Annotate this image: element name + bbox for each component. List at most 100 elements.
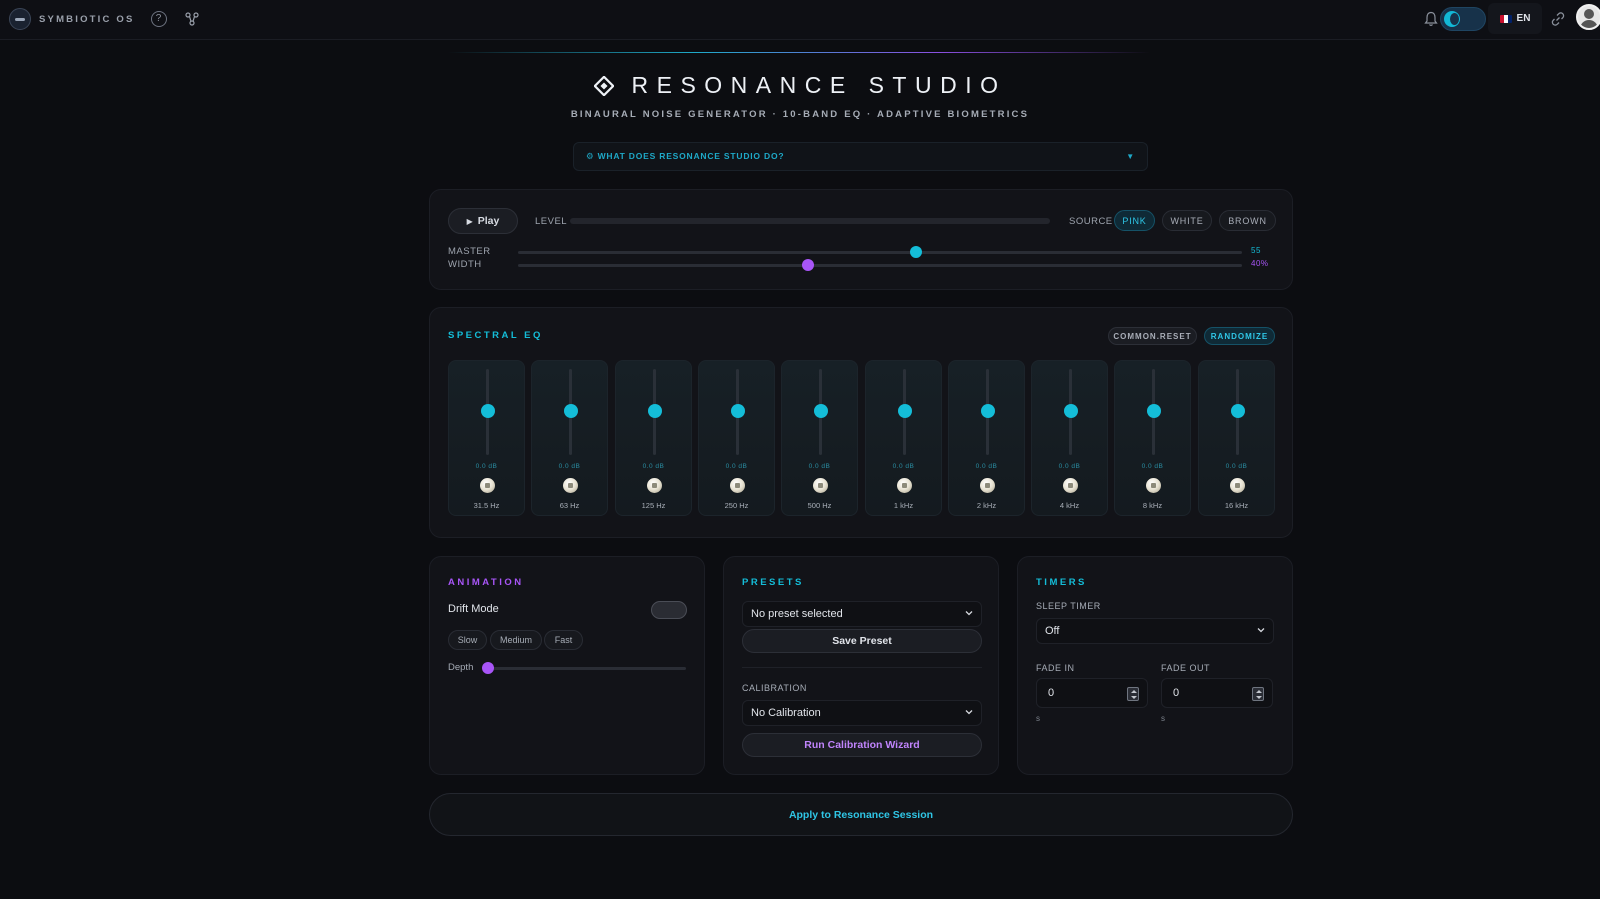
fade-out-unit: s [1161,714,1165,723]
width-value: 40% [1251,259,1269,268]
spectral-eq-card: SPECTRAL EQ COMMON.RESET RANDOMIZE 0.0 d… [429,307,1293,538]
master-label: MASTER [448,246,491,257]
fade-out-value: 0 [1173,687,1180,699]
randomize-button[interactable]: RANDOMIZE [1204,327,1275,345]
width-slider-thumb[interactable] [801,259,814,271]
presets-divider [742,667,982,668]
header-gradient-line [448,52,1150,53]
eq-band-slider-thumb[interactable] [731,404,745,418]
fade-in-label: FADE IN [1036,663,1075,673]
run-calibration-wizard-button[interactable]: Run Calibration Wizard [742,733,982,757]
page-subtitle: BINAURAL NOISE GENERATOR · 10-BAND EQ · … [570,108,1030,120]
speed-medium-button[interactable]: Medium [490,630,542,650]
eq-band-q-knob[interactable] [1063,478,1078,493]
fade-in-unit: s [1036,714,1040,723]
width-label: WIDTH [448,259,482,270]
eq-band-q-knob[interactable] [480,478,495,493]
eq-band-slider-thumb[interactable] [1147,404,1161,418]
eq-band-gain: 0.0 dB [975,463,998,470]
timers-title: TIMERS [1036,577,1087,588]
speed-slow-button[interactable]: Slow [448,630,487,650]
chevron-down-icon [965,710,973,715]
eq-title: SPECTRAL EQ [448,330,543,341]
play-button[interactable]: ▶ Play [448,208,518,234]
save-preset-button[interactable]: Save Preset [742,629,982,653]
drift-mode-toggle[interactable] [651,601,687,619]
source-brown-button[interactable]: BROWN [1219,210,1276,231]
level-label: LEVEL [535,216,568,227]
fade-out-spinner-icon[interactable] [1252,687,1264,701]
eq-band-slider-thumb[interactable] [564,404,578,418]
eq-band-slider-thumb[interactable] [814,404,828,418]
reset-button[interactable]: COMMON.RESET [1108,327,1197,345]
brand-name: SYMBIOTIC OS [39,13,135,25]
sleep-timer-label: SLEEP TIMER [1036,601,1101,611]
chevron-down-icon [965,611,973,616]
theme-toggle[interactable] [1440,7,1486,31]
eq-band-frequency: 125 Hz [641,501,666,510]
animation-title: ANIMATION [448,577,524,588]
play-icon: ▶ [466,216,473,226]
width-slider[interactable] [518,259,1242,271]
master-value: 55 [1251,246,1261,255]
depth-slider[interactable] [482,662,686,674]
user-avatar[interactable] [1576,4,1600,30]
drift-mode-label: Drift Mode [448,603,499,615]
calibration-select[interactable]: No Calibration [742,700,982,726]
source-pink-button[interactable]: PINK [1114,210,1155,231]
eq-band: 0.0 dB 31.5 Hz [448,360,525,516]
sleep-timer-select[interactable]: Off [1036,618,1274,644]
help-icon[interactable]: ? [150,11,167,27]
eq-band-q-knob[interactable] [730,478,745,493]
eq-band: 0.0 dB 8 kHz [1114,360,1191,516]
preset-select-value: No preset selected [751,608,843,620]
eq-band-q-knob[interactable] [563,478,578,493]
depth-slider-thumb[interactable] [482,662,494,674]
eq-band-slider-thumb[interactable] [1064,404,1078,418]
eq-band-frequency: 8 kHz [1142,501,1163,510]
top-bar: SYMBIOTIC OS ? EN [0,0,1600,40]
eq-band-q-knob[interactable] [897,478,912,493]
calibration-select-value: No Calibration [751,707,821,719]
language-selector[interactable]: EN [1488,3,1542,34]
fade-in-spinner-icon[interactable] [1127,687,1139,701]
speed-fast-button[interactable]: Fast [544,630,583,650]
eq-band: 0.0 dB 1 kHz [865,360,942,516]
bell-icon[interactable] [1424,11,1438,27]
info-accordion[interactable]: ⚙ WHAT DOES RESONANCE STUDIO DO? ▼ [573,142,1148,171]
play-label: Play [477,215,500,227]
eq-band-frequency: 31.5 Hz [473,501,500,510]
presets-card: PRESETS No preset selected Save Preset C… [723,556,999,775]
eq-band-slider-thumb[interactable] [1231,404,1245,418]
eq-band-q-knob[interactable] [813,478,828,493]
fade-out-label: FADE OUT [1161,663,1211,673]
eq-band-q-knob[interactable] [647,478,662,493]
info-accordion-label: ⚙ WHAT DOES RESONANCE STUDIO DO? [586,151,785,161]
source-white-button[interactable]: WHITE [1162,210,1212,231]
depth-label: Depth [448,662,474,673]
fade-out-input[interactable]: 0 [1161,678,1273,708]
eq-band-q-knob[interactable] [1230,478,1245,493]
eq-band: 0.0 dB 16 kHz [1198,360,1275,516]
eq-band-q-knob[interactable] [1146,478,1161,493]
fade-in-input[interactable]: 0 [1036,678,1148,708]
eq-band-slider-thumb[interactable] [981,404,995,418]
preset-select[interactable]: No preset selected [742,601,982,627]
eq-band-gain: 0.0 dB [892,463,915,470]
link-icon[interactable] [1550,11,1566,27]
eq-band-slider-thumb[interactable] [898,404,912,418]
eq-band-q-knob[interactable] [980,478,995,493]
transport-card: ▶ Play LEVEL SOURCE PINK WHITE BROWN MAS… [429,189,1293,290]
eq-band-slider-thumb[interactable] [481,404,495,418]
fade-in-value: 0 [1048,687,1055,699]
eq-band: 0.0 dB 63 Hz [531,360,608,516]
brand[interactable]: SYMBIOTIC OS ? [9,8,199,30]
eq-band-gain: 0.0 dB [558,463,581,470]
master-slider[interactable] [518,246,1242,258]
master-slider-thumb[interactable] [910,246,923,258]
eq-band: 0.0 dB 250 Hz [698,360,775,516]
eq-band-gain: 0.0 dB [642,463,665,470]
apply-session-button[interactable]: Apply to Resonance Session [429,793,1293,836]
eq-band-slider-thumb[interactable] [648,404,662,418]
network-nodes-icon[interactable] [184,12,199,26]
